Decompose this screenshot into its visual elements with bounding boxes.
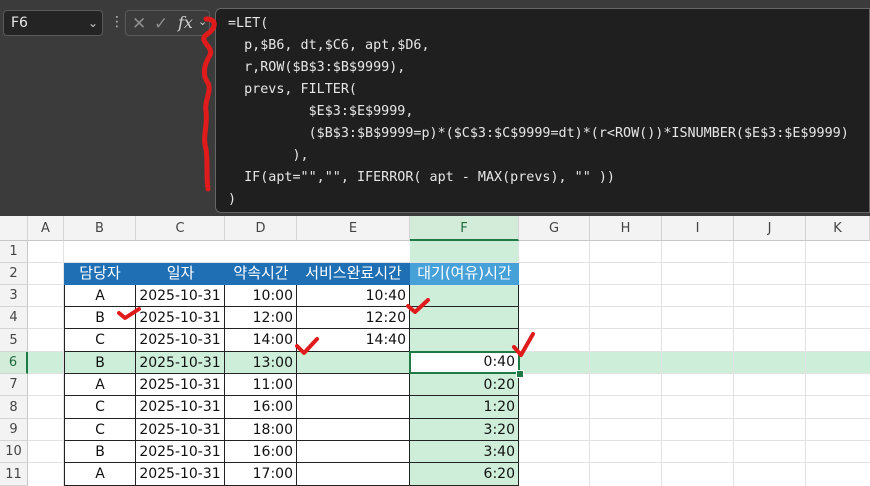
cell-service-done-time[interactable] <box>297 441 410 463</box>
column-header-k[interactable]: K <box>806 216 870 241</box>
column-header-d[interactable]: D <box>225 216 297 241</box>
cell-date[interactable]: 2025-10-31 <box>136 374 225 396</box>
cell-wait-time[interactable]: 3:20 <box>410 419 519 441</box>
red-check-annotation <box>295 337 319 355</box>
active-cell-f6[interactable]: 0:40 <box>409 351 520 374</box>
header-person[interactable]: 담당자 <box>64 263 136 285</box>
row-header-9[interactable]: 9 <box>0 419 28 441</box>
fill-handle[interactable] <box>516 370 524 378</box>
column-header-c[interactable]: C <box>136 216 225 241</box>
cell-person[interactable]: C <box>64 419 136 441</box>
cell-wait-time[interactable]: 1:20 <box>410 396 519 419</box>
red-check-annotation <box>512 332 535 357</box>
name-box-value: F6 <box>11 15 28 31</box>
column-header-h[interactable]: H <box>590 216 662 241</box>
formula-text: =LET( p,$B6, dt,$C6, apt,$D6, r,ROW($B$3… <box>228 16 849 207</box>
formula-bar-area: F6 ⌄ ⋮ ✕ ✓ fx ⌄ =LET( p,$B6, dt,$C6, apt… <box>0 0 870 216</box>
name-box[interactable]: F6 ⌄ <box>3 10 103 36</box>
cell-service-done-time[interactable]: 10:40 <box>297 285 410 307</box>
row-header-3[interactable]: 3 <box>0 285 28 307</box>
row-header-8[interactable]: 8 <box>0 396 28 419</box>
cell-date[interactable]: 2025-10-31 <box>136 441 225 463</box>
cell-service-done-time[interactable]: 12:20 <box>297 307 410 329</box>
red-check-annotation <box>406 298 430 314</box>
column-header-b[interactable]: B <box>64 216 136 241</box>
row-header-4[interactable]: 4 <box>0 307 28 329</box>
cell-date[interactable]: 2025-10-31 <box>136 396 225 419</box>
cell-wait-time[interactable]: 6:20 <box>410 463 519 486</box>
cell-appointment-time[interactable]: 10:00 <box>225 285 297 307</box>
row-header-5[interactable]: 5 <box>0 329 28 352</box>
row-header-7[interactable]: 7 <box>0 374 28 396</box>
cell-person[interactable]: C <box>64 329 136 352</box>
cell-appointment-time[interactable]: 17:00 <box>225 463 297 486</box>
cell-appointment-time[interactable]: 18:00 <box>225 419 297 441</box>
cell-person[interactable]: A <box>64 374 136 396</box>
select-all-corner[interactable] <box>0 216 28 241</box>
more-options-icon[interactable]: ⋮ <box>110 14 124 30</box>
column-header-a[interactable]: A <box>28 216 64 241</box>
cell-person[interactable]: B <box>64 441 136 463</box>
cell-appointment-time[interactable]: 12:00 <box>225 307 297 329</box>
cell-appointment-time[interactable]: 16:00 <box>225 396 297 419</box>
cell-date[interactable]: 2025-10-31 <box>136 329 225 352</box>
cell-wait-time[interactable]: 0:20 <box>410 374 519 396</box>
row-header-1[interactable]: 1 <box>0 241 28 263</box>
row-header-6[interactable]: 6 <box>0 352 28 374</box>
cell-person[interactable]: A <box>64 463 136 486</box>
cell-person[interactable]: A <box>64 285 136 307</box>
cell-date[interactable]: 2025-10-31 <box>136 352 225 374</box>
row-header-10[interactable]: 10 <box>0 441 28 463</box>
cell-service-done-time[interactable] <box>297 374 410 396</box>
column-header-g[interactable]: G <box>519 216 590 241</box>
spreadsheet-grid: A B C D E F G H I J K 1 2 3 4 5 6 7 8 9 … <box>0 216 870 486</box>
cell-wait-time[interactable]: 3:40 <box>410 441 519 463</box>
row-header-11[interactable]: 11 <box>0 463 28 486</box>
cell-date[interactable]: 2025-10-31 <box>136 285 225 307</box>
confirm-icon[interactable]: ✓ <box>154 14 168 34</box>
cell-appointment-time[interactable]: 16:00 <box>225 441 297 463</box>
cell-service-done-time[interactable] <box>297 419 410 441</box>
column-header-i[interactable]: I <box>662 216 734 241</box>
column-header-j[interactable]: J <box>734 216 806 241</box>
chevron-down-icon[interactable]: ⌄ <box>88 11 98 35</box>
cell-person[interactable]: B <box>64 352 136 374</box>
row-header-2[interactable]: 2 <box>0 263 28 285</box>
header-date[interactable]: 일자 <box>136 263 225 285</box>
cell-appointment-time[interactable]: 14:00 <box>225 329 297 352</box>
header-appointment-time[interactable]: 약속시간 <box>225 263 297 285</box>
cell-date[interactable]: 2025-10-31 <box>136 419 225 441</box>
cancel-icon[interactable]: ✕ <box>132 14 146 34</box>
header-service-done-time[interactable]: 서비스완료시간 <box>297 263 410 285</box>
cell-appointment-time[interactable]: 13:00 <box>225 352 297 374</box>
red-squiggle-annotation <box>201 16 217 192</box>
formula-input[interactable]: =LET( p,$B6, dt,$C6, apt,$D6, r,ROW($B$3… <box>215 8 870 213</box>
cell-service-done-time[interactable] <box>297 463 410 486</box>
cell-date[interactable]: 2025-10-31 <box>136 307 225 329</box>
cell-person[interactable]: C <box>64 396 136 419</box>
insert-function-icon[interactable]: fx <box>178 13 193 32</box>
column-header-e[interactable]: E <box>297 216 410 241</box>
column-header-f[interactable]: F <box>410 216 519 241</box>
cell-wait-time[interactable] <box>410 329 519 352</box>
cell-date[interactable]: 2025-10-31 <box>136 463 225 486</box>
header-wait-time[interactable]: 대기(여유)시간 <box>410 263 519 285</box>
red-check-annotation <box>117 307 141 320</box>
cell-appointment-time[interactable]: 11:00 <box>225 374 297 396</box>
cell-service-done-time[interactable] <box>297 396 410 419</box>
